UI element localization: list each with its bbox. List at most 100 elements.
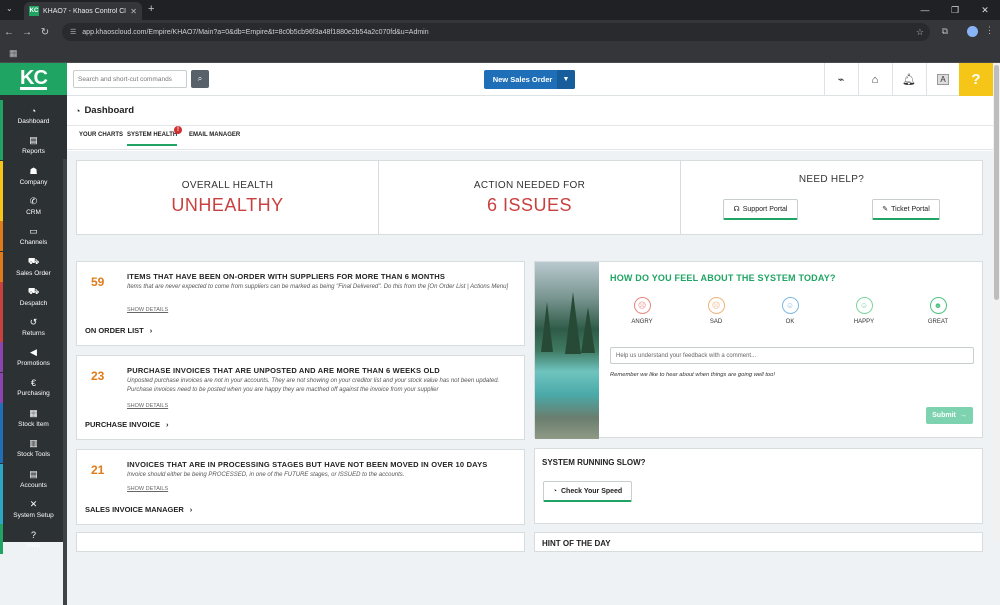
sidebar-color-stripe [0,342,3,373]
search-button[interactable]: ⌕ [191,70,209,88]
sidebar-item-stock-item[interactable]: ▦ Stock Item [0,403,67,433]
sidebar-item-despatch[interactable]: ⛟ Despatch [0,282,67,312]
mood-label: SAD [709,319,723,325]
sidebar-item-label: Reports [22,148,45,156]
support-portal-button[interactable]: ☊ Support Portal [723,199,798,220]
sidebar-item-promotions[interactable]: ◀ Promotions [0,342,67,372]
close-window-icon[interactable]: ✕ [970,0,1000,20]
apps-grid-icon[interactable]: ▦ [9,48,18,59]
mood-happy[interactable]: ☺ HAPPY [839,297,889,325]
sidebar-item-sales-order[interactable]: ⛟ Sales Order [0,252,67,282]
sidebar-item-stock-tools[interactable]: ▥ Stock Tools [0,433,67,463]
mood-label: ANGRY [631,319,653,325]
sidebar-item-label: Despatch [19,300,48,308]
favicon: KC [29,6,39,16]
arrow-right-icon: → [959,412,967,419]
sidebar-item-accounts[interactable]: ▤ Accounts [0,464,67,494]
sidebar-item-label: Stock Item [18,421,49,428]
speed-gauge-icon: ◔ [552,487,557,495]
mood-great[interactable]: ☻ GREAT [913,297,963,325]
sidebar-item-reports[interactable]: ▤ Reports [0,130,67,160]
site-info-icon[interactable]: ☰ [70,28,76,36]
purchase-invoice-link[interactable]: PURCHASE INVOICE › [85,420,169,429]
forward-icon[interactable]: → [18,27,36,38]
phone-icon: ✆ [29,195,38,206]
support-portal-label: Support Portal [742,205,788,213]
chevron-right-icon: › [189,505,193,514]
sidebar-item-label: Channels [19,239,48,247]
purchasing-icon: € [30,378,36,389]
sidebar-item-help[interactable]: ? Help [0,524,67,554]
restore-icon[interactable]: ❐ [940,0,970,20]
scanner-icon[interactable]: ⌁ [824,63,857,96]
chevron-down-icon[interactable]: ▼ [557,70,575,89]
gauge-icon: ◔ [30,105,37,116]
sidebar-item-system-setup[interactable]: ✕ System Setup [0,494,67,524]
tab-search-icon[interactable]: ⌄ [6,4,13,13]
action-needed-value: 6 ISSUES [486,194,573,215]
browser-menu-icon[interactable]: ⋮ [985,25,994,36]
reload-icon[interactable]: ↻ [36,27,54,38]
address-bar[interactable]: ☰ app.khaoscloud.com/Empire/KHAO7/Main?a… [62,23,930,41]
address-bar-row: ← → ↻ ☰ app.khaoscloud.com/Empire/KHAO7/… [0,20,1000,44]
check-speed-label: Check Your Speed [561,487,623,495]
mood-angry[interactable]: ☹ ANGRY [617,297,667,325]
sidebar-item-dashboard[interactable]: ◔ Dashboard [0,100,67,130]
check-speed-button[interactable]: ◔ Check Your Speed [543,481,632,502]
sidebar-item-label: Dashboard [17,117,50,125]
browser-tab[interactable]: KC KHAO7 - Khaos Control Cloud ✕ [24,2,142,20]
overall-health-value: UNHEALTHY [171,194,284,215]
show-details-link[interactable]: SHOW DETAILS [127,307,168,313]
sales-invoice-manager-link[interactable]: SALES INVOICE MANAGER › [85,505,192,514]
tab-your-charts[interactable]: YOUR CHARTS [79,132,123,144]
tab-system-health[interactable]: SYSTEM HEALTH [127,132,178,146]
angry-face-icon: ☹ [633,297,651,314]
show-details-link[interactable]: SHOW DETAILS [127,486,168,492]
sidebar-item-crm[interactable]: ✆ CRM [0,191,67,221]
feedback-comment-input[interactable]: Help us understand your feedback with a … [610,347,974,364]
mood-sad[interactable]: ☹ SAD [691,297,741,325]
sidebar-color-stripe [0,403,3,433]
on-order-list-link[interactable]: ON ORDER LIST › [85,326,152,335]
text-size-button[interactable]: A [926,63,959,96]
search-input[interactable]: Search and short-cut commands [73,70,187,88]
scrollbar-thumb[interactable] [994,65,999,300]
truck-icon: ⛟ [27,286,40,297]
issue-title: INVOICES THAT ARE IN PROCESSING STAGES B… [127,460,488,469]
submit-button[interactable]: Submit → [926,407,973,424]
bell-icon[interactable]: 🔔︎ [892,63,925,96]
sidebar-color-stripe [0,281,3,312]
sidebar-item-returns[interactable]: ↺ Returns [0,312,67,342]
page-scrollbar[interactable] [993,63,1000,542]
new-sales-order-button[interactable]: New Sales Order ▼ [484,70,575,89]
show-details-link[interactable]: SHOW DETAILS [127,403,168,409]
bookmark-star-icon[interactable]: ☆ [916,27,924,38]
sidebar-item-company[interactable]: ☗ Company [0,161,67,191]
sidebar-item-channels[interactable]: ▭ Channels [0,221,67,251]
sidebar-color-stripe [0,190,3,221]
help-icon: ? [30,529,36,540]
sidebar-item-purchasing[interactable]: € Purchasing [0,373,67,403]
mood-label: OK [785,319,795,325]
kc-logo[interactable]: KC [0,63,67,95]
tab-email-manager[interactable]: EMAIL MANAGER [189,132,240,144]
mood-ok[interactable]: ☺ OK [765,297,815,325]
sad-face-icon: ☹ [707,297,725,314]
new-tab-icon[interactable]: + [148,3,154,15]
help-button[interactable]: ? [959,63,993,96]
headset-icon: ☊ [733,206,740,213]
extensions-icon[interactable]: ⧉ [942,26,948,37]
issue-title: PURCHASE INVOICES THAT ARE UNPOSTED AND … [127,366,440,375]
browser-tab-title: KHAO7 - Khaos Control Cloud [43,7,126,15]
issue-card: 23 PURCHASE INVOICES THAT ARE UNPOSTED A… [76,355,525,440]
issue-count: 23 [91,369,105,383]
profile-avatar[interactable] [967,26,978,37]
ticket-portal-button[interactable]: ✎ Ticket Portal [872,199,940,220]
issue-description: Items that are never expected to come fr… [127,284,509,290]
hint-title: HINT OF THE DAY [542,539,611,548]
warehouse-icon[interactable]: ⌂ [858,63,891,96]
close-tab-icon[interactable]: ✕ [130,7,137,16]
back-icon[interactable]: ← [0,27,18,38]
minimize-icon[interactable]: — [910,0,940,20]
text-size-icon: A [937,74,949,85]
